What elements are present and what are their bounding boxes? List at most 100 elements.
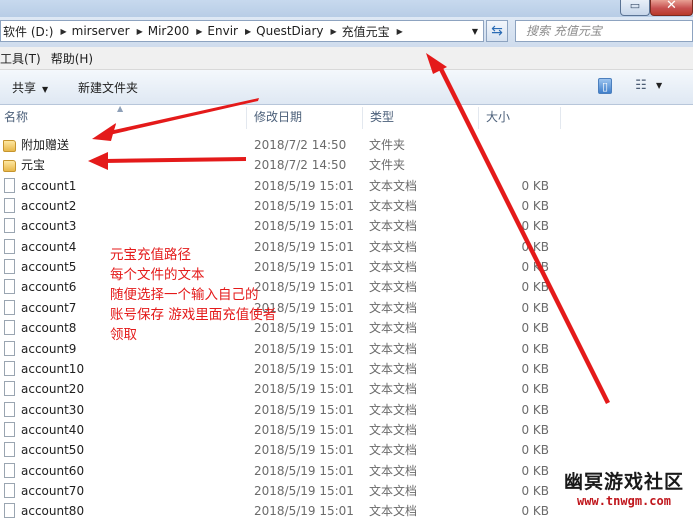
menu-tools[interactable]: 工具(T) [0,50,51,67]
maximize-button[interactable]: ▭ [620,0,650,16]
file-row[interactable]: account8 2018/5/19 15:01 文本文档 0 KB [0,318,693,338]
column-divider[interactable] [362,107,363,129]
file-date: 2018/5/19 15:01 [254,463,354,478]
breadcrumb-questdiary[interactable]: QuestDiary [254,24,327,38]
file-row[interactable]: account2 2018/5/19 15:01 文本文档 0 KB [0,196,693,216]
text-document-icon [4,259,15,275]
text-document-icon [4,198,15,214]
file-row[interactable]: account7 2018/5/19 15:01 文本文档 0 KB [0,298,693,318]
menu-bar: 工具(T) 帮助(H) [0,47,693,70]
address-row: 软件 (D:) ▶ mirserver ▶ Mir200 ▶ Envir ▶ Quest… [0,17,693,47]
column-type[interactable]: 类型 [366,105,478,129]
chevron-right-icon[interactable]: ▶ [394,27,406,36]
chevron-right-icon[interactable]: ▶ [242,27,254,36]
breadcrumb-mir200[interactable]: Mir200 [146,24,194,38]
file-size: 0 KB [521,178,549,193]
watermark-title: 幽冥游戏社区 [564,471,685,493]
annotation-line: 元宝充值路径 [110,247,191,263]
chevron-right-icon[interactable]: ▶ [193,27,205,36]
column-header: ▲ 名称 修改日期 类型 大小 [0,104,693,129]
file-size: 0 KB [521,463,549,478]
file-date: 2018/5/19 15:01 [254,402,354,417]
file-name: account7 [21,300,77,315]
file-size: 0 KB [521,199,549,214]
chevron-right-icon[interactable]: ▶ [134,27,146,36]
file-type: 文本文档 [369,361,418,376]
address-bar[interactable]: 软件 (D:) ▶ mirserver ▶ Mir200 ▶ Envir ▶ Quest… [0,20,484,42]
folder-icon [3,140,16,152]
file-size: 0 KB [521,422,549,437]
chevron-right-icon[interactable]: ▶ [328,27,340,36]
views-dropdown-icon[interactable]: ▼ [656,78,666,94]
file-row[interactable]: account9 2018/5/19 15:01 文本文档 0 KB [0,339,693,359]
text-document-icon [4,462,15,478]
file-row[interactable]: account4 2018/5/19 15:01 文本文档 0 KB [0,237,693,257]
file-name: account8 [21,321,77,336]
breadcrumb-current[interactable]: 充值元宝 [340,23,394,40]
file-type: 文件夹 [369,158,406,173]
text-document-icon [4,299,15,315]
column-name[interactable]: 名称 [0,105,246,129]
file-row[interactable]: account6 2018/5/19 15:01 文本文档 0 KB [0,277,693,297]
refresh-button[interactable]: ⇆ [486,20,508,42]
file-row[interactable]: 附加赠送 2018/7/2 14:50 文件夹 [0,135,693,155]
column-divider[interactable] [246,107,247,129]
share-button[interactable]: 共享 ▼ [12,79,48,96]
address-dropdown-icon[interactable]: ▼ [472,27,478,36]
file-size: 0 KB [521,280,549,295]
watermark-url: www.tnwgm.com [577,494,671,508]
file-date: 2018/5/19 15:01 [254,382,354,397]
file-type: 文本文档 [369,239,418,254]
chevron-down-icon: ▼ [42,85,49,94]
file-row[interactable]: account1 2018/5/19 15:01 文本文档 0 KB [0,176,693,196]
file-type: 文本文档 [369,443,418,458]
annotation-line: 每个文件的文本 [110,267,205,283]
views-icon[interactable]: ☷ [633,78,649,94]
file-type: 文件夹 [369,138,406,152]
file-name: account2 [21,199,77,214]
site-watermark: 幽冥游戏社区 www.tnwgm.com [560,467,693,525]
command-bar: 共享 ▼ 新建文件夹 ▯ ☷ ▼ [0,70,693,105]
preview-pane-icon[interactable]: ▯ [598,78,612,94]
file-row[interactable]: account40 2018/5/19 15:01 文本文档 0 KB [0,420,693,440]
text-document-icon [4,238,15,254]
file-type: 文本文档 [369,178,418,193]
file-row[interactable]: 元宝 2018/7/2 14:50 文件夹 [0,155,693,175]
file-name: 附加赠送 [21,138,70,152]
file-type: 文本文档 [369,219,418,234]
file-row[interactable]: account20 2018/5/19 15:01 文本文档 0 KB [0,379,693,399]
column-size[interactable]: 大小 [482,105,562,129]
file-size: 0 KB [521,239,549,254]
annotation-line: 账号保存 游戏里面充值使者 [110,307,277,323]
file-type: 文本文档 [369,341,418,356]
annotation-line: 随便选择一个输入自己的 [110,287,259,303]
file-size: 0 KB [521,300,549,315]
file-name: account70 [21,483,85,498]
refresh-icon: ⇆ [491,23,503,39]
chevron-right-icon[interactable]: ▶ [57,27,69,36]
search-input[interactable]: 搜索 充值元宝 [515,20,693,42]
file-size: 0 KB [521,504,549,519]
file-type: 文本文档 [369,483,418,498]
file-name: account1 [21,178,77,193]
text-document-icon [4,401,15,417]
column-date[interactable]: 修改日期 [250,105,362,129]
column-divider[interactable] [478,107,479,129]
column-divider[interactable] [560,107,561,129]
file-row[interactable]: account30 2018/5/19 15:01 文本文档 0 KB [0,400,693,420]
file-row[interactable]: account5 2018/5/19 15:01 文本文档 0 KB [0,257,693,277]
breadcrumb-envir[interactable]: Envir [205,24,242,38]
file-row[interactable]: account3 2018/5/19 15:01 文本文档 0 KB [0,216,693,236]
file-row[interactable]: account50 2018/5/19 15:01 文本文档 0 KB [0,440,693,460]
file-type: 文本文档 [369,280,418,295]
file-type: 文本文档 [369,382,418,397]
file-date: 2018/7/2 14:50 [254,138,347,152]
file-name: account20 [21,382,85,397]
text-document-icon [4,421,15,437]
close-button[interactable]: ✕ [650,0,693,16]
new-folder-button[interactable]: 新建文件夹 [78,79,138,96]
file-row[interactable]: account10 2018/5/19 15:01 文本文档 0 KB [0,359,693,379]
breadcrumb-drive[interactable]: 软件 (D:) [1,23,57,40]
menu-help[interactable]: 帮助(H) [51,50,103,67]
breadcrumb-mirserver[interactable]: mirserver [70,24,134,38]
